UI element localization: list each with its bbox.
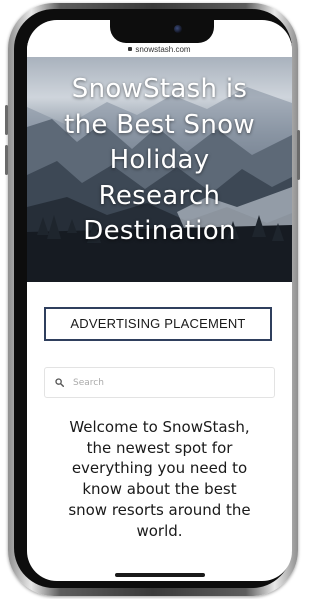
phone-notch: [110, 20, 214, 43]
browser-url-bar[interactable]: snowstash.com: [27, 43, 292, 57]
advertising-label: ADVERTISING PLACEMENT: [70, 316, 246, 331]
welcome-line: snow resorts around the: [68, 500, 251, 519]
volume-down-button: [5, 145, 8, 175]
hero-title: SnowStash is the Best Snow Holiday Resea…: [33, 72, 286, 250]
welcome-line: world.: [136, 521, 183, 540]
lock-icon: [128, 46, 133, 51]
camera-icon: [174, 25, 182, 33]
hero-title-line: SnowStash is: [71, 74, 248, 104]
welcome-line: Welcome to SnowStash,: [69, 418, 250, 436]
url-text: snowstash.com: [135, 45, 191, 54]
hero-title-line: Research: [98, 180, 221, 211]
advertising-placement[interactable]: ADVERTISING PLACEMENT: [44, 307, 272, 341]
welcome-line: everything you need to: [71, 459, 248, 478]
search-icon: [55, 378, 64, 387]
search-input[interactable]: [73, 369, 263, 396]
welcome-line: know about the best: [82, 480, 237, 499]
welcome-text: Welcome to SnowStash, the newest spot fo…: [37, 417, 282, 541]
home-indicator[interactable]: [115, 573, 205, 577]
welcome-line: the newest spot for: [86, 438, 233, 457]
hero-title-line: Holiday: [109, 145, 210, 175]
hero-title-line: Destination: [83, 216, 236, 246]
volume-up-button: [5, 105, 8, 135]
search-box[interactable]: [44, 367, 275, 398]
hero-title-line: the Best Snow: [64, 109, 255, 140]
power-button: [297, 130, 300, 180]
phone-screen: snowstash.com SnowStash is the Best Snow: [27, 20, 292, 581]
hero-banner: SnowStash is the Best Snow Holiday Resea…: [27, 57, 292, 282]
